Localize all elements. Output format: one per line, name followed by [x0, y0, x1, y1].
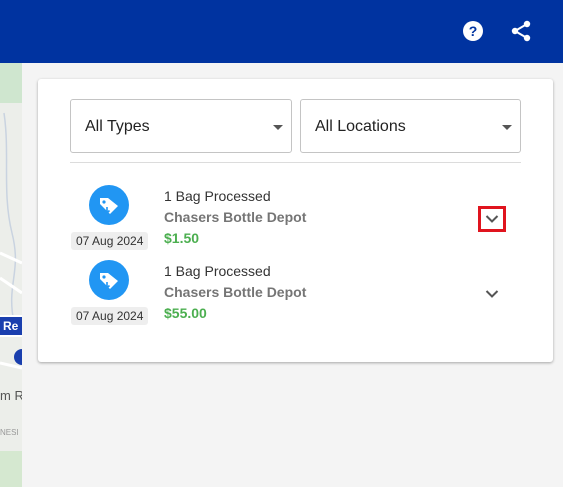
- dropdown-arrow-icon: [273, 125, 283, 130]
- transaction-date: 07 Aug 2024: [71, 232, 149, 250]
- transaction-title: 1 Bag Processed: [164, 188, 271, 204]
- types-filter-value: All Types: [85, 118, 150, 135]
- transaction-amount: $55.00: [164, 305, 207, 321]
- app-header: ?: [0, 0, 563, 63]
- chevron-down-icon: [485, 290, 499, 298]
- locations-filter-select[interactable]: All Locations: [300, 99, 521, 153]
- expand-button[interactable]: [478, 281, 506, 307]
- transaction-row: 07 Aug 2024 1 Bag Processed Chasers Bott…: [70, 180, 521, 252]
- tag-icon: [89, 185, 129, 225]
- transaction-title: 1 Bag Processed: [164, 263, 271, 279]
- tag-icon: [89, 260, 129, 300]
- svg-text:Re: Re: [3, 319, 19, 333]
- transaction-row: 07 Aug 2024 1 Bag Processed Chasers Bott…: [70, 255, 521, 327]
- share-icon[interactable]: [510, 20, 532, 42]
- locations-filter-value: All Locations: [315, 118, 406, 135]
- types-filter-select[interactable]: All Types: [70, 99, 292, 153]
- svg-text:m R: m R: [0, 388, 22, 403]
- map-background[interactable]: Re m R NESI: [0, 63, 22, 487]
- divider: [70, 162, 521, 163]
- svg-text:NESI: NESI: [0, 428, 19, 437]
- chevron-down-icon: [485, 215, 499, 223]
- transaction-amount: $1.50: [164, 230, 200, 246]
- transactions-card: All Types All Locations 07 Aug 2024 1 Ba…: [38, 79, 553, 362]
- help-icon[interactable]: ?: [462, 20, 484, 42]
- transaction-location: Chasers Bottle Depot: [164, 209, 307, 225]
- dropdown-arrow-icon: [502, 125, 512, 130]
- svg-text:?: ?: [469, 23, 478, 39]
- transaction-date: 07 Aug 2024: [71, 307, 149, 325]
- expand-button[interactable]: [478, 206, 506, 232]
- transaction-location: Chasers Bottle Depot: [164, 284, 307, 300]
